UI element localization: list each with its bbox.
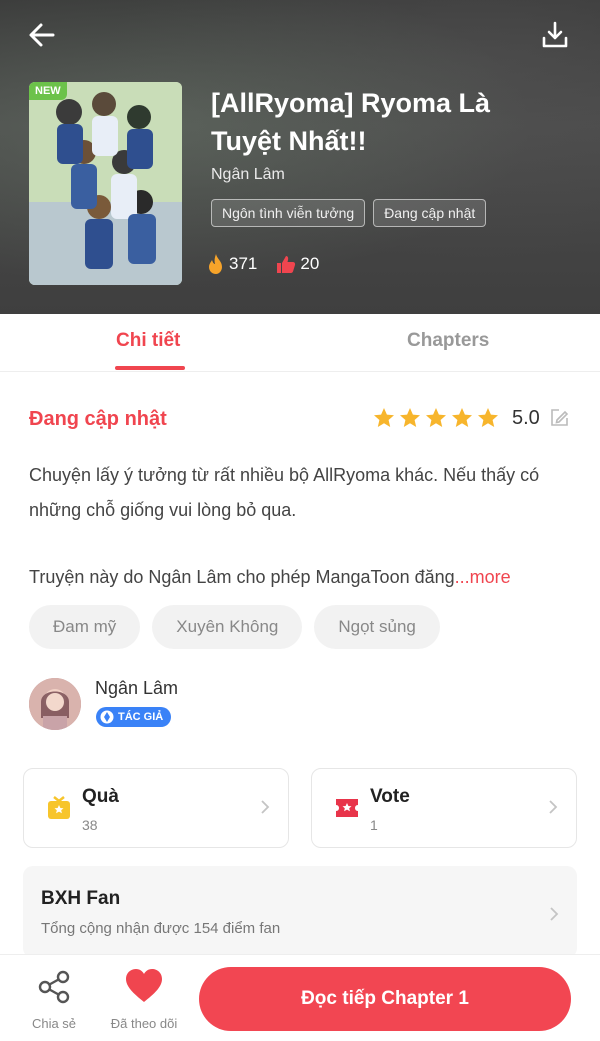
author-badge: TÁC GIẢ [96,707,172,727]
chevron-right-icon [549,800,558,814]
heart-icon [126,969,162,1002]
share-label: Chia sẻ [31,1016,77,1031]
tag-status: Đang cập nhật [373,199,487,227]
arrow-left-icon [29,23,55,47]
description-text: Truyện này do Ngân Lâm cho phép MangaToo… [29,567,455,587]
description-continued: Truyện này do Ngân Lâm cho phép MangaToo… [29,562,574,592]
thumbs-up-icon [277,256,296,273]
book-author[interactable]: Ngân Lâm [211,166,285,184]
fan-ranking[interactable]: BXH Fan Tổng cộng nhận được 154 điểm fan [23,866,577,958]
vote-title: Vote [370,786,410,807]
vote-ticket-icon [336,799,358,817]
fan-ranking-subtitle: Tổng cộng nhận được 154 điểm fan [41,920,281,937]
new-badge: NEW [29,82,67,100]
book-header: NEW [AllRyoma] Ryoma Là Tuyệt Nhất!! Ngâ… [0,0,600,314]
description: Chuyện lấy ý tưởng từ rất nhiều bộ AllRy… [29,465,540,520]
author-badge-icon [100,710,114,724]
book-title: [AllRyoma] Ryoma Là Tuyệt Nhất!! [211,88,491,156]
tag-category[interactable]: Ngôn tình viễn tưởng [211,199,366,227]
rating: 5.0 [372,406,570,430]
star-icon [400,408,420,427]
author-badge-label: TÁC GIẢ [118,711,164,723]
like-count: 20 [300,254,320,273]
download-icon [542,21,568,48]
star-icon [374,408,394,427]
update-status: Đang cập nhật [29,408,167,430]
bottom-action-bar: Chia sẻ Đã theo dõi Đọc tiếp Chapter 1 [0,954,600,1041]
genre-tags: Đam mỹ Xuyên Không Ngọt sủng [29,605,440,649]
share-button[interactable]: Chia sẻ [24,969,84,1031]
download-button[interactable] [540,20,570,50]
detail-tabs: Chi tiết Chapters [0,314,600,372]
edit-rating-icon[interactable] [548,407,570,429]
fire-icon [209,254,222,274]
book-tags: Ngôn tình viễn tưởng Đang cập nhật [211,199,487,227]
cover-illustration [29,82,182,285]
active-tab-indicator [115,366,185,370]
avatar-illustration [29,678,81,730]
genre-tag[interactable]: Xuyên Không [152,605,303,649]
chevron-right-icon [261,800,270,814]
continue-reading-button[interactable]: Đọc tiếp Chapter 1 [199,967,571,1031]
star-icon [426,408,446,427]
gift-count: 38 [82,817,98,833]
star-icon [478,408,498,427]
more-link[interactable]: ...more [455,567,511,587]
gift-title: Quà [82,786,119,807]
tab-details[interactable]: Chi tiết [116,330,180,352]
author-avatar[interactable] [29,678,81,730]
fire-stat: 371 [206,253,257,275]
follow-button[interactable]: Đã theo dõi [101,967,187,1031]
gift-icon [48,796,70,819]
gift-card[interactable]: Quà 38 [23,768,289,848]
author-name[interactable]: Ngân Lâm [95,678,178,699]
fan-ranking-title: BXH Fan [41,888,121,909]
vote-card[interactable]: Vote 1 [311,768,577,848]
vote-count: 1 [370,817,378,833]
tab-chapters[interactable]: Chapters [407,330,489,352]
book-stats: 371 20 [206,253,319,275]
rating-value: 5.0 [512,406,540,429]
fire-count: 371 [229,254,258,273]
star-icon [452,408,472,427]
book-cover[interactable]: NEW [29,82,182,285]
chevron-right-icon [550,907,559,921]
genre-tag[interactable]: Ngọt sủng [314,605,440,649]
follow-label: Đã theo dõi [110,1016,178,1031]
share-icon [38,970,70,1004]
genre-tag[interactable]: Đam mỹ [29,605,141,649]
back-button[interactable] [26,18,60,52]
like-stat: 20 [275,254,319,274]
